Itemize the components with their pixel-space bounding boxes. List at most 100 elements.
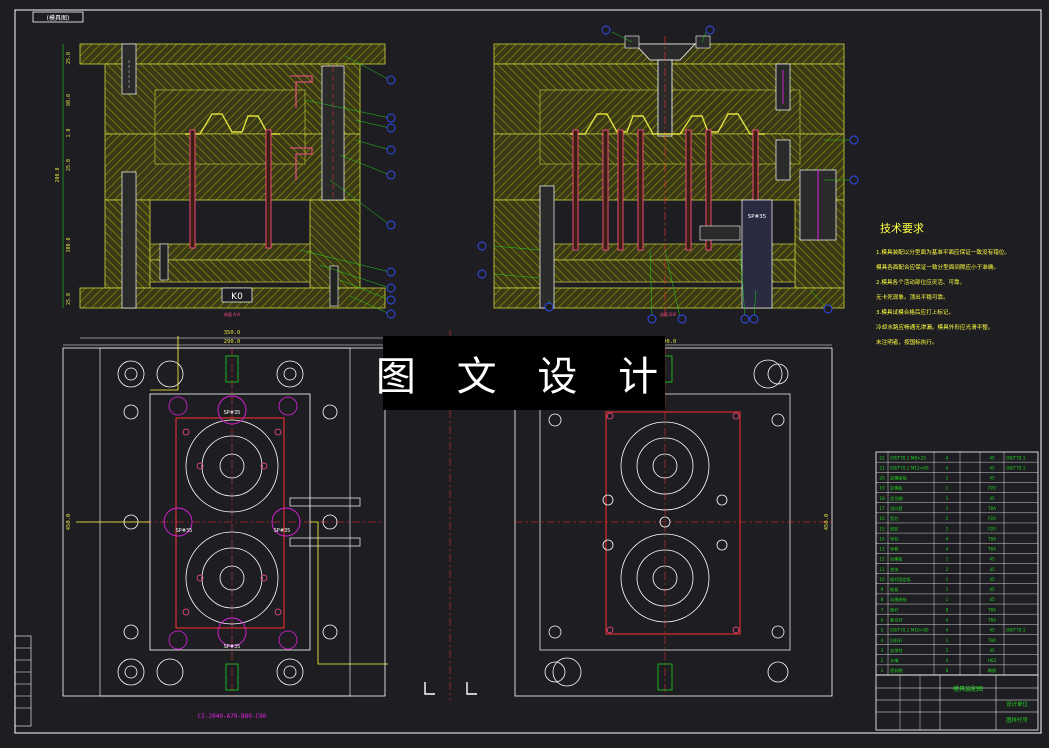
tech-line: 冷却水路应畅通无渗漏。模具外形应光滑平整。	[876, 323, 993, 331]
bom-name: 浇口套	[890, 505, 903, 512]
bom-row: 14 导柱 4 T8A	[879, 535, 996, 542]
bom-row: 21 GB/T70.1 M12×60 4 45 GB/T70.1	[879, 465, 1025, 470]
bom-no: 12	[879, 557, 885, 562]
bom-qty: 2	[946, 567, 949, 572]
bom-no: 21	[879, 465, 885, 470]
tech-line: 模具各面配合应保证一致分型面间隙应小于准确。	[876, 263, 999, 271]
bom-row: 16 型芯 2 P20	[879, 515, 996, 521]
bom-material: 45	[989, 465, 995, 470]
bom-material: 45	[989, 628, 995, 633]
bom-row: 1 密封圈 8 橡胶	[881, 667, 997, 674]
section-caption-right: 剖面 B-B	[660, 311, 676, 317]
bom-name: 导柱	[890, 535, 899, 542]
dim-label: 80.0	[66, 94, 72, 106]
bom-material: 45	[989, 476, 995, 481]
sp-label: SP#35	[274, 528, 291, 534]
bom-material: H62	[988, 658, 997, 663]
dim-label: 25.0	[66, 159, 72, 171]
bom-no: 7	[881, 607, 884, 612]
bom-qty: 2	[946, 516, 949, 521]
bom-material: 橡胶	[988, 667, 996, 674]
bom-qty: 1	[946, 506, 949, 511]
bom-row: 8 动模座板 1 45	[881, 596, 995, 603]
revision-strip	[14, 635, 32, 727]
plan-view-left: 350.0 290.0 450.0 SP#35 SP#35 SP#35 SP#3…	[62, 330, 388, 720]
plan-width-outer-left: 350.0	[224, 330, 241, 336]
bom-qty: 4	[946, 536, 949, 541]
bom-no: 15	[879, 526, 885, 531]
drawing-name: 模具装配图	[953, 685, 983, 693]
bom-material: T8A	[987, 547, 996, 552]
tech-line: 1.模具装配以分型面为基准平面应保证一致没有错位。	[876, 248, 1010, 256]
bom-material: T8A	[987, 607, 996, 612]
bom-name: 型芯	[890, 515, 898, 521]
bom-name: 定位圈	[890, 495, 903, 502]
bom-qty: 8	[946, 607, 949, 612]
bom-name: 推板	[890, 586, 899, 593]
bom-material: T8A	[987, 617, 996, 622]
tech-line: 3.模具试模合格后应打上标记，	[876, 308, 954, 316]
bom-qty: 1	[946, 597, 949, 602]
bom-qty: 1	[946, 476, 949, 481]
tech-line: 无卡死现象。顶出平稳可靠。	[876, 293, 949, 301]
corner-tag: (模具图)	[47, 14, 70, 22]
bom-material: T8A	[987, 536, 996, 541]
tech-line: 2.模具各个活动部位应灵活、可靠，	[876, 278, 965, 286]
drawing-number: 图样代号	[1006, 716, 1029, 724]
bom-no: 8	[881, 597, 884, 602]
bom-material: 45	[989, 567, 995, 572]
bom-row: 17 浇口套 1 T8A	[879, 505, 996, 512]
bom-no: 1	[881, 668, 884, 673]
cad-drawing-sheet: (模具图) K0 剖面 A-A 25.0 80.0 1.0 25.0 200.0…	[0, 0, 1049, 748]
dim-label: 1.0	[66, 128, 72, 137]
bom-name: 推杆	[890, 606, 899, 613]
bom-name: 密封圈	[890, 667, 903, 674]
bom-row: 22 GB/T70.1 M8×25 4 45 GB/T70.1	[879, 455, 1025, 460]
tech-line: 未注明者，按国标执行。	[876, 338, 938, 346]
bom-name: 推杆固定板	[890, 576, 912, 583]
dim-label: 25.0	[66, 52, 72, 64]
bom-row: 3 支承柱 2 45	[881, 647, 995, 654]
bom-material: 45	[989, 496, 995, 501]
bom-no: 16	[879, 516, 885, 521]
bom-name: 导套	[890, 546, 899, 553]
bom-material: 45	[989, 587, 995, 592]
bom-no: 2	[881, 658, 884, 663]
bom-qty: 2	[946, 526, 949, 531]
bom-qty: 4	[946, 547, 949, 552]
bom-no: 6	[881, 617, 884, 622]
section-arrows	[424, 682, 477, 695]
bom-no: 10	[879, 577, 885, 582]
watermark-text: 图 文 设 计	[375, 354, 673, 400]
bom-row: 11 垫块 2 45	[879, 566, 995, 573]
bom-qty: 1	[946, 587, 949, 592]
bom-no: 13	[879, 547, 885, 552]
bom-note: GB/T70.1	[1006, 455, 1026, 460]
tech-requirements: 技术要求 1.模具装配以分型面为基准平面应保证一致没有错位。 模具各面配合应保证…	[876, 222, 1010, 346]
bom-row: 18 定位圈 1 45	[879, 495, 995, 502]
bom-material: T8A	[987, 506, 996, 511]
bom-no: 9	[881, 587, 884, 592]
dim-label: 25.0	[66, 293, 72, 305]
bom-no: 4	[881, 638, 884, 643]
bom-no: 11	[879, 567, 885, 572]
bom-row: 7 推杆 8 T8A	[881, 606, 997, 613]
plan-height-left: 450.0	[66, 514, 72, 531]
dim-label: 100.0	[66, 237, 72, 252]
bom-qty: 4	[946, 465, 949, 470]
bom-row: 12 动模板 1 45	[879, 556, 995, 563]
bom-material: 45	[989, 648, 995, 653]
bom-row: 4 拉料杆 1 T8A	[881, 637, 997, 644]
bom-no: 17	[879, 506, 885, 511]
dim-label: 200.0	[55, 167, 61, 182]
bom-qty: 1	[946, 577, 949, 582]
company: 设计单位	[1006, 700, 1029, 708]
bom-name: GB/T70.1 M12×60	[890, 465, 929, 470]
bom-name: 动模板	[890, 556, 903, 563]
bom-no: 19	[879, 486, 885, 491]
watermark-banner: 图 文 设 计	[376, 336, 665, 410]
plan-width-inner-left: 290.0	[224, 339, 241, 345]
bom-name: 定模板	[890, 485, 903, 492]
bom-qty: 4	[946, 658, 949, 663]
section-view-left: K0 剖面 A-A 25.0 80.0 1.0 25.0 200.0 100.0…	[55, 43, 396, 319]
